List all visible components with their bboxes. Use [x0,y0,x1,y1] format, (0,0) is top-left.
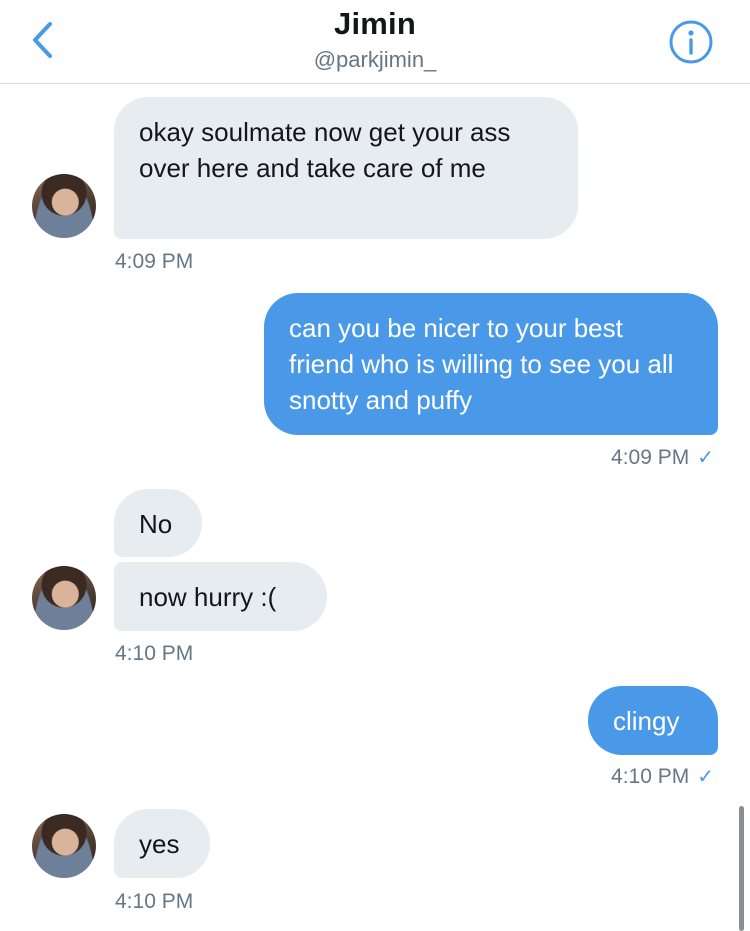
scrollbar[interactable] [739,806,744,931]
conversation-header: Jimin @parkjimin_ [0,0,750,84]
message-bubble-incoming[interactable]: now hurry :( [114,562,327,631]
message-text: yes [139,829,180,859]
info-button[interactable] [668,19,714,65]
checkmark-icon: ✓ [697,766,714,788]
message-bubble-incoming[interactable]: okay soulmate now get your ass over here… [114,97,578,239]
message-text: No [139,509,173,539]
message-timestamp: 4:10 PM [611,765,690,788]
message-text: now hurry :( [139,582,277,612]
conversation-handle: @parkjimin_ [313,47,437,72]
message-text: okay soulmate now get your ass over here… [139,117,511,183]
message-timestamp: 4:09 PM [611,446,690,469]
message-timestamp: 4:09 PM [115,250,194,273]
avatar[interactable] [32,174,96,238]
message-text: can you be nicer to your best friend who… [289,313,674,415]
conversation-title-block[interactable]: Jimin @parkjimin_ [0,6,750,74]
conversation-title: Jimin [334,6,416,41]
message-bubble-incoming[interactable]: yes [114,809,210,878]
info-circle-icon [669,20,713,64]
avatar[interactable] [32,566,96,630]
message-bubble-outgoing[interactable]: can you be nicer to your best friend who… [264,293,718,435]
message-timestamp: 4:10 PM [115,890,194,913]
message-timestamp-row: 4:09 PM ✓ [611,445,714,471]
message-text: clingy [613,706,680,736]
avatar[interactable] [32,814,96,878]
message-timestamp-row: 4:10 PM ✓ [611,764,714,790]
dm-conversation-screen: Jimin @parkjimin_ okay soulmate now get … [0,0,750,931]
message-bubble-incoming[interactable]: No [114,489,202,557]
checkmark-icon: ✓ [697,447,714,469]
message-bubble-outgoing[interactable]: clingy [588,686,718,755]
message-timestamp: 4:10 PM [115,642,194,665]
